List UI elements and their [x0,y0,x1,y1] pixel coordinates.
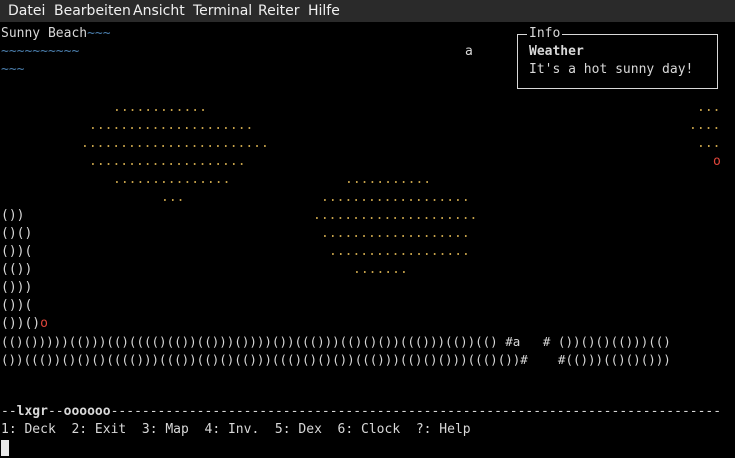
sand-row: ..................... [89,118,254,133]
menu-datei[interactable]: Datei [8,2,45,20]
info-box: Info Weather It's a hot sunny day! [517,25,718,89]
rock-row: ())( [1,298,33,313]
status-extra: oooooo [63,404,111,419]
shore-mid: # [527,352,566,367]
shore-row-1: (()()))))(()))(()(((()(())(()))())))())(… [1,333,671,351]
menu-terminal[interactable]: Terminal [193,2,252,20]
creature-a: a [465,44,473,59]
player-name: lxgr [16,404,48,419]
rock-row: (()) [1,262,33,277]
rock-row: ()) [1,208,25,223]
shore-row-2: ())((())()()()(((()))((())(()()(()))((()… [1,351,671,369]
sand-row: .... [689,118,721,133]
red-marker: o [40,316,48,331]
wave-row-1: ~~~~~~~~~~ [1,44,80,59]
menu-hilfe[interactable]: Hilfe [308,2,340,20]
rock-row: ())( [1,244,33,259]
shore-right: (()))(()()())) [565,352,671,367]
wave-row-2: ~~~ [1,62,25,77]
sand-row: ................... [321,190,470,205]
terminal-cursor [1,440,9,456]
rock-row: ())() [1,316,41,331]
status-fill: ----------------------------------------… [110,404,721,419]
shore-right: ())()()(()))(() [557,334,671,349]
sand-row: ... [161,190,185,205]
title-waves: ~~~ [87,26,111,41]
info-title: Info [527,25,563,43]
red-marker: o [713,154,721,169]
rock-row-last: ())()o [1,315,48,333]
game-title-line: Sunny Beach~~~ [1,25,111,43]
sand-row: ..................... [313,208,478,223]
game-title: Sunny Beach [1,26,88,41]
sand-row: ... [697,136,721,151]
shore-left: (()()))))(()))(()(((()(())(()))())))())(… [1,334,498,349]
sand-row: .................. [329,244,470,259]
menu-bar: Datei Bearbeiten Ansicht Terminal Reiter… [0,0,735,22]
sand-row: ........................ [81,136,269,151]
status-line: --lxgr--oooooo--------------------------… [1,404,721,419]
hotkey-bar: 1: Deck 2: Exit 3: Map 4: Inv. 5: Dex 6:… [1,422,471,437]
rock-row: ())) [1,280,33,295]
sand-row: ................... [321,226,470,241]
menu-ansicht[interactable]: Ansicht [133,2,185,20]
sand-row: ........... [345,172,432,187]
shore-left: ())((())()()()(((()))((())(()()(()))((()… [1,352,528,367]
shore-mid: #a # [497,334,558,349]
menu-bearbeiten[interactable]: Bearbeiten [54,2,131,20]
sand-row: ....... [353,262,408,277]
sand-row: .................... [89,154,246,169]
sand-row: ............... [113,172,231,187]
info-heading: Weather [529,44,584,59]
sand-row: ............ [113,100,207,115]
menu-reiter[interactable]: Reiter [258,2,299,20]
info-text: It's a hot sunny day! [529,62,694,77]
sand-row: ... [697,100,721,115]
rock-row: ()() [1,226,33,241]
